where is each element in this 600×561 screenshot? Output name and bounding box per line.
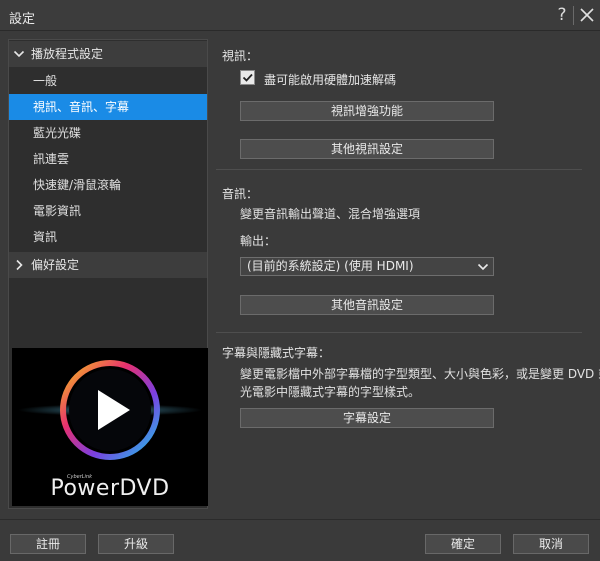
sidebar-item-label: 資訊 [33, 230, 58, 244]
audio-output-select[interactable]: (目前的系統設定) (使用 HDMI) [240, 257, 494, 276]
hw-decode-label: 盡可能啟用硬體加速解碼 [264, 73, 397, 87]
register-button[interactable]: 註冊 [10, 534, 86, 554]
sidebar-item-label: 快速鍵/滑鼠滾輪 [33, 178, 122, 192]
sidebar-group-preferences[interactable]: 偏好設定 [9, 252, 207, 278]
sidebar-item-bluray[interactable]: 藍光光碟 [9, 120, 207, 146]
hw-decode-checkbox[interactable] [240, 70, 255, 85]
sidebar-item-info[interactable]: 資訊 [9, 224, 207, 250]
sidebar-group-label: 播放程式設定 [31, 47, 104, 61]
sidebar-group-player-settings[interactable]: 播放程式設定 [9, 41, 207, 67]
logo-wordmark: PowerDVD [50, 476, 170, 501]
powerdvd-logo: CyberLink PowerDVD [12, 348, 208, 506]
sidebar-item-general[interactable]: 一般 [9, 68, 207, 94]
sidebar-item-video-audio-subtitles[interactable]: 視訊、音訊、字幕 [9, 94, 207, 120]
sidebar-item-label: 一般 [33, 74, 58, 88]
section-divider [216, 332, 582, 333]
sidebar-item-label: 視訊、音訊、字幕 [33, 100, 130, 114]
help-icon[interactable]: ? [553, 5, 571, 25]
footer-divider [0, 519, 600, 520]
window-title: 設定 [9, 12, 36, 27]
checkmark-icon [242, 73, 253, 82]
title-divider [573, 6, 574, 25]
chevron-right-icon [16, 259, 23, 271]
video-enhance-button[interactable]: 視訊增強功能 [240, 101, 494, 121]
chevron-down-icon [13, 50, 25, 58]
sidebar-item-label: 訊連雲 [33, 152, 70, 166]
subtitles-description-line1: 變更電影檔中外部字幕檔的字型類型、大小與色彩，或是變更 DVD 或藍 [240, 367, 600, 381]
other-video-settings-button[interactable]: 其他視訊設定 [240, 139, 494, 159]
section-divider [216, 169, 582, 170]
subtitles-section-title: 字幕與隱藏式字幕： [222, 346, 331, 360]
subtitle-settings-button[interactable]: 字幕設定 [240, 408, 494, 428]
sidebar-item-label: 藍光光碟 [33, 126, 82, 140]
settings-content: 視訊： 盡可能啟用硬體加速解碼 視訊增強功能 其他視訊設定 音訊： 變更音訊輸出… [216, 39, 600, 509]
play-ring-icon [18, 360, 202, 460]
ok-button[interactable]: 確定 [425, 534, 501, 554]
cancel-button[interactable]: 取消 [513, 534, 589, 554]
audio-section-title: 音訊： [222, 187, 259, 201]
subtitles-description-line2: 光電影中隱藏式字幕的字型樣式。 [240, 385, 421, 399]
chevron-down-icon [477, 263, 489, 271]
sidebar-item-label: 電影資訊 [33, 204, 82, 218]
sidebar-item-cyberlink-cloud[interactable]: 訊連雲 [9, 146, 207, 172]
video-section-title: 視訊： [222, 49, 259, 63]
audio-description: 變更音訊輸出聲道、混合增強選項 [240, 207, 421, 221]
upgrade-button[interactable]: 升級 [98, 534, 174, 554]
title-bar: 設定 ? [0, 0, 600, 31]
audio-output-label: 輸出： [240, 234, 277, 248]
audio-output-value: (目前的系統設定) (使用 HDMI) [247, 259, 414, 273]
sidebar-item-hotkeys[interactable]: 快速鍵/滑鼠滾輪 [9, 172, 207, 198]
sidebar-item-movie-info[interactable]: 電影資訊 [9, 198, 207, 224]
other-audio-settings-button[interactable]: 其他音訊設定 [240, 295, 494, 315]
close-icon[interactable] [578, 6, 596, 24]
settings-sidebar: 播放程式設定 一般 視訊、音訊、字幕 藍光光碟 訊連雲 快速鍵/滑鼠滾輪 電影資… [8, 39, 208, 509]
sidebar-group-label: 偏好設定 [31, 258, 80, 272]
